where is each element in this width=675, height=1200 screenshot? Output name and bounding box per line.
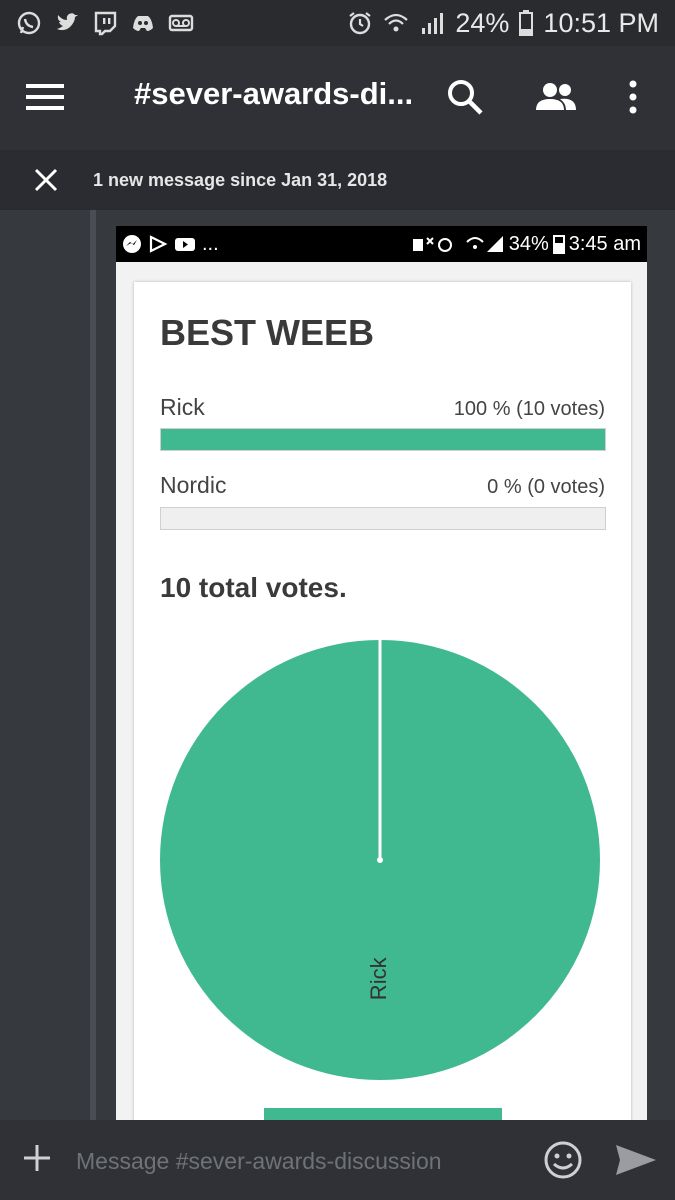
clock: 10:51 PM <box>543 7 659 38</box>
silent-icon <box>412 237 452 252</box>
discord-icon <box>133 16 153 31</box>
message-list[interactable]: ... 34% 3:45 am BEST WEEB Rick 100 % (10… <box>0 210 675 1120</box>
pie-center-dot <box>377 857 383 863</box>
poll-card: BEST WEEB Rick 100 % (10 votes) Nordic 0… <box>134 282 631 1120</box>
members-icon[interactable] <box>534 78 578 116</box>
poll-option-stat: 100 % (10 votes) <box>453 398 605 420</box>
signal-icon <box>422 13 444 34</box>
search-icon[interactable] <box>446 78 484 116</box>
youtube-icon <box>175 238 195 251</box>
poll-total-votes: 10 total votes. <box>160 572 347 603</box>
whatsapp-icon <box>17 11 41 35</box>
poll-option-stat: 0 % (0 votes) <box>487 476 605 498</box>
poll-option-label: Nordic <box>160 472 227 498</box>
play-store-icon <box>149 235 168 253</box>
battery-icon <box>519 10 534 36</box>
app-bar: #sever-awards-di... <box>0 46 675 150</box>
message-input[interactable]: Message #sever-awards-discussion <box>76 1148 442 1175</box>
poll-option-bar <box>160 507 606 530</box>
voicemail-icon <box>168 14 194 32</box>
channel-title[interactable]: #sever-awards-di... <box>134 76 413 112</box>
wifi-icon <box>384 13 409 32</box>
poll-option-bar-fill <box>161 429 605 450</box>
attachment-clock: 3:45 am <box>568 232 641 255</box>
poll-option-bar <box>160 428 606 451</box>
poll-vote-button[interactable] <box>264 1108 502 1120</box>
twitter-icon <box>57 13 78 31</box>
alarm-icon <box>349 12 372 35</box>
attachment-status-bar: ... 34% 3:45 am <box>116 226 647 262</box>
image-attachment[interactable]: ... 34% 3:45 am BEST WEEB Rick 100 % (10… <box>116 226 647 1120</box>
close-icon[interactable] <box>34 168 58 192</box>
new-messages-text: 1 new message since Jan 31, 2018 <box>93 170 388 190</box>
embed-divider <box>90 210 96 1120</box>
attachment-status-more: ... <box>202 232 219 255</box>
poll-pie-chart: Rick <box>160 640 600 1080</box>
attachment-battery-icon <box>552 235 565 254</box>
pie-label-rick: Rick <box>366 956 391 1000</box>
more-options-icon[interactable] <box>614 78 652 116</box>
battery-percent: 24% <box>455 7 510 38</box>
twitch-icon <box>94 11 117 36</box>
attachment-signal-icon <box>465 236 503 252</box>
hamburger-menu-icon[interactable] <box>26 82 64 112</box>
messenger-icon <box>123 235 141 253</box>
emoji-icon[interactable] <box>543 1140 583 1180</box>
send-icon[interactable] <box>614 1143 658 1177</box>
poll-title: BEST WEEB <box>160 312 375 353</box>
poll-option-label: Rick <box>160 394 205 420</box>
add-attachment-icon[interactable] <box>22 1143 52 1173</box>
attachment-battery: 34% <box>508 232 549 255</box>
status-bar: 24% 10:51 PM <box>0 0 675 46</box>
